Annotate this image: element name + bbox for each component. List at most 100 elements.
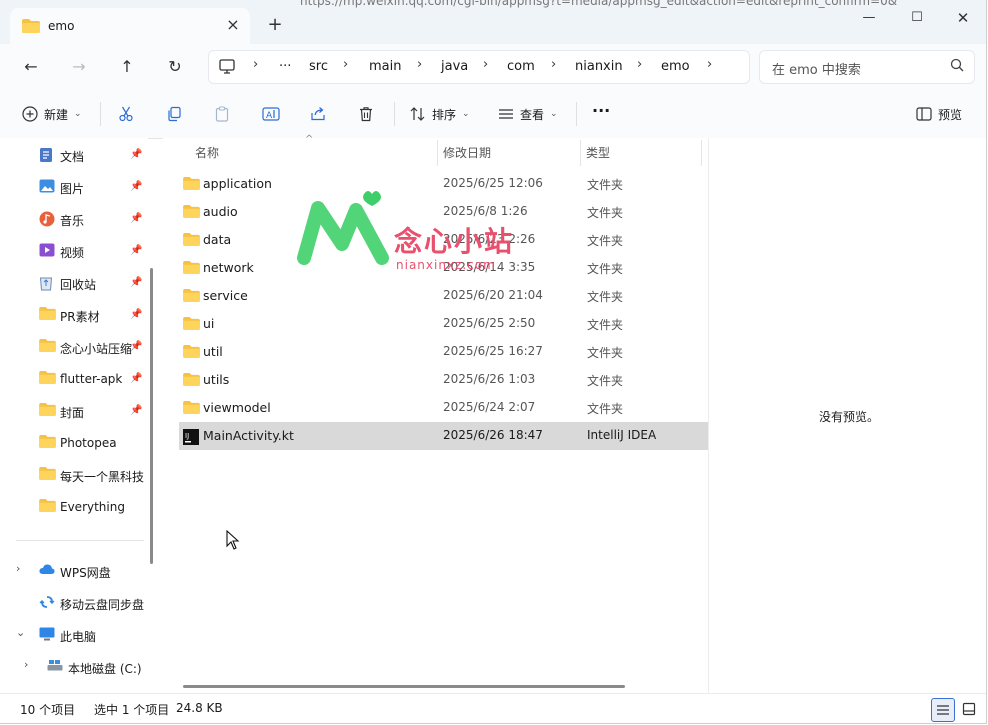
column-header-date[interactable]: 修改日期 [443,144,491,161]
folder-icon [39,435,56,449]
column-header-name[interactable]: 名称 [195,144,219,161]
breadcrumb-more[interactable]: ··· [279,59,291,74]
sidebar-item[interactable]: Photopea [0,428,148,456]
sidebar-item[interactable]: 封面 📌 [0,396,148,424]
folder-icon [39,307,56,320]
breadcrumb-main[interactable]: main [369,59,401,74]
paste-button[interactable] [214,104,230,124]
close-window-icon[interactable]: ✕ [948,8,978,28]
breadcrumb-src[interactable]: src [309,59,328,74]
sidebar-item[interactable]: 回收站 📌 [0,268,148,296]
chevron-down-icon: ⌄ [74,109,82,119]
sidebar-item-label: Everything [60,500,125,514]
tab-title: emo [48,19,75,33]
search-box[interactable]: 在 emo 中搜索 [759,50,975,84]
file-row[interactable]: utils 2025/6/26 1:03 文件夹 [179,366,709,394]
file-type: 文件夹 [587,346,624,360]
forward-icon[interactable]: → [66,54,92,80]
pin-icon[interactable]: 📌 [130,149,142,160]
sidebar-item-label: 此电脑 [60,630,97,644]
folder-icon [183,289,200,305]
column-divider[interactable] [580,140,581,166]
trash-icon [360,107,372,122]
sidebar-drive-item[interactable]: › 本地磁盘 (C:) [0,652,148,680]
sidebar-scrollbar[interactable] [150,268,153,564]
pin-icon[interactable]: 📌 [130,277,142,288]
delete-button[interactable] [358,104,374,124]
pin-icon[interactable]: 📌 [130,309,142,320]
sort-button[interactable]: 排序 ⌄ [410,104,470,124]
back-icon[interactable]: ← [18,54,44,80]
file-row[interactable]: util 2025/6/25 16:27 文件夹 [179,338,709,366]
details-view-button[interactable] [931,698,955,722]
refresh-icon[interactable]: ↻ [162,54,188,80]
chevron-down-icon[interactable]: ⌄ [16,626,25,639]
column-divider[interactable] [437,140,438,166]
sidebar-item[interactable]: 图片 📌 [0,172,148,200]
sidebar-item[interactable]: 每天一个黑科技 [0,460,148,488]
pin-icon[interactable]: 📌 [130,181,142,192]
sidebar-item-label: Photopea [60,436,117,450]
kotlin-file-icon: IJ [183,429,199,445]
tiles-view-button[interactable] [958,698,980,720]
pin-icon[interactable]: 📌 [130,341,142,352]
copy-button[interactable] [166,104,182,124]
chevron-right-icon: › [253,57,259,72]
sidebar-item[interactable]: 视频 📌 [0,236,148,264]
file-row[interactable]: ui 2025/6/25 2:50 文件夹 [179,310,709,338]
sidebar-divider [16,540,144,541]
folder-icon [183,345,200,361]
copy-icon [168,106,181,122]
sidebar-item[interactable]: 文档 📌 [0,140,148,168]
address-row: ← → ↑ ↻ › ··· › src main › java › com › … [0,44,986,90]
sidebar-drive-item[interactable]: 移动云盘同步盘 [0,588,148,616]
chevron-right-icon[interactable]: › [16,562,20,575]
more-options-button[interactable]: ··· [592,100,610,120]
file-name: utils [203,372,230,387]
sidebar-item[interactable]: 念心小站压缩 📌 [0,332,148,360]
breadcrumb-nianxin[interactable]: nianxin [575,59,623,74]
new-button[interactable]: 新建 ⌄ [22,104,82,124]
pin-icon[interactable]: 📌 [130,405,142,416]
breadcrumb-java[interactable]: java [441,59,468,74]
up-icon[interactable]: ↑ [114,54,140,80]
minimize-icon[interactable]: — [854,8,884,28]
file-name: util [203,344,223,359]
breadcrumb-com[interactable]: com [507,59,535,74]
close-tab-icon[interactable]: × [224,16,242,34]
sort-ascending-icon: ^ [305,134,314,145]
sidebar-item[interactable]: Everything [0,492,148,520]
new-tab-button[interactable]: + [264,14,286,36]
chevron-right-icon: › [637,57,643,72]
file-row[interactable]: service 2025/6/20 21:04 文件夹 [179,282,709,310]
file-row[interactable]: viewmodel 2025/6/24 2:07 文件夹 [179,394,709,422]
search-input[interactable]: 在 emo 中搜索 [772,59,861,78]
rename-button[interactable]: A [262,104,280,124]
sidebar-item[interactable]: PR素材 📌 [0,300,148,328]
file-row[interactable]: IJ MainActivity.kt 2025/6/26 18:47 IntelliJ… [179,422,709,450]
sidebar-item-label: 移动云盘同步盘 [60,598,144,612]
cut-button[interactable] [118,104,134,124]
column-header-type[interactable]: 类型 [586,144,610,161]
horizontal-scrollbar[interactable] [183,685,625,688]
preview-pane-button[interactable]: 预览 [916,104,962,124]
chevron-right-icon[interactable]: › [24,658,28,671]
pin-icon[interactable]: 📌 [130,245,142,256]
pin-icon[interactable]: 📌 [130,373,142,384]
sidebar-item[interactable]: flutter-apk 📌 [0,364,148,392]
view-button[interactable]: 查看 ⌄ [498,104,558,124]
share-button[interactable] [310,104,326,124]
new-label: 新建 [44,107,69,122]
pin-icon[interactable]: 📌 [130,213,142,224]
sidebar-item[interactable]: 音乐 📌 [0,204,148,232]
folder-icon [183,233,200,249]
column-divider[interactable] [701,140,702,166]
breadcrumb-emo[interactable]: emo [661,59,690,74]
sidebar-drive-item[interactable]: › WPS网盘 [0,556,148,584]
address-bar[interactable]: › ··· › src main › java › com › nianxin … [208,50,750,84]
sidebar-drive-item[interactable]: ⌄ 此电脑 [0,620,148,648]
tab-emo[interactable]: emo × [10,8,250,44]
file-date: 2025/6/26 18:47 [443,428,543,442]
maximize-icon[interactable]: ☐ [902,8,932,28]
preview-pane-icon [916,107,932,121]
